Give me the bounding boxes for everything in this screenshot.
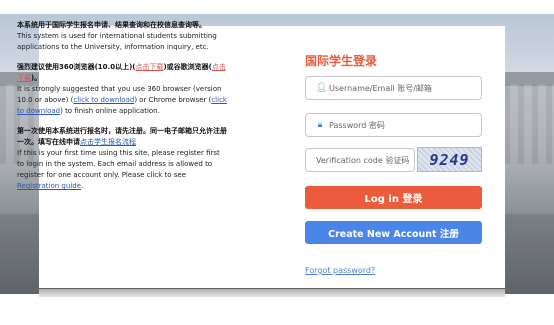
registration-process-link-zh[interactable]: 点击学生报名流程 bbox=[80, 138, 136, 146]
create-account-button[interactable]: Create New Account 注册 bbox=[305, 221, 482, 244]
username-input[interactable]: 👤︎ Username/Email 账号/邮箱 bbox=[305, 76, 482, 100]
notice-3-en-b: . bbox=[81, 182, 84, 190]
notice-1-zh: 本系统用于国际学生报名申请、结果查询和在校信息查询等。 bbox=[17, 21, 206, 29]
notice-paragraph-2: 强烈建议使用360浏览器(10.0以上)(点击下载)或谷歌浏览器(点击下载)。 … bbox=[17, 62, 227, 117]
notice-2-zh-b: )或谷歌浏览器( bbox=[163, 63, 212, 71]
notice-3-en-a: If this is your first time using this si… bbox=[17, 149, 220, 179]
password-input[interactable]: 🔒︎ Password 密码 bbox=[305, 113, 482, 137]
login-button[interactable]: Log in 登录 bbox=[305, 186, 482, 209]
download-360-link-en[interactable]: click to download bbox=[73, 96, 134, 104]
notice-2-zh-c: )。 bbox=[31, 74, 42, 82]
notice-1-en: This system is used for international st… bbox=[17, 32, 217, 51]
notice-paragraph-1: 本系统用于国际学生报名申请、结果查询和在校信息查询等。 This system … bbox=[17, 20, 227, 53]
password-placeholder: Password 密码 bbox=[329, 120, 385, 130]
captcha-row: Verification code 验证码 9249 bbox=[305, 147, 482, 172]
card-shadow bbox=[39, 289, 505, 297]
user-icon: 👤︎ bbox=[316, 83, 328, 93]
notice-2-en-b: ) or Chrome browser ( bbox=[134, 96, 212, 104]
download-360-link-zh[interactable]: 点击下载 bbox=[135, 63, 163, 71]
username-placeholder: Username/Email 账号/邮箱 bbox=[329, 83, 432, 93]
notice-text: 本系统用于国际学生报名申请、结果查询和在校信息查询等。 This system … bbox=[17, 20, 227, 201]
notice-2-en-c: ) to finish online application. bbox=[60, 107, 160, 115]
lock-icon: 🔒︎ bbox=[317, 120, 323, 130]
notice-2-zh-a: 强烈建议使用360浏览器(10.0以上)( bbox=[17, 63, 136, 71]
captcha-image[interactable]: 9249 bbox=[417, 147, 482, 172]
verification-code-input[interactable]: Verification code 验证码 bbox=[305, 148, 415, 172]
notice-paragraph-3: 第一次使用本系统进行报名时，请先注册。同一电子邮箱只允许注册一次。填写在线申请点… bbox=[17, 126, 227, 192]
forgot-password-link[interactable]: Forgot password? bbox=[305, 266, 375, 275]
verification-code-placeholder: Verification code 验证码 bbox=[316, 155, 410, 165]
login-title: 国际学生登录 bbox=[305, 54, 378, 68]
registration-guide-link[interactable]: Registration guide bbox=[17, 182, 81, 190]
